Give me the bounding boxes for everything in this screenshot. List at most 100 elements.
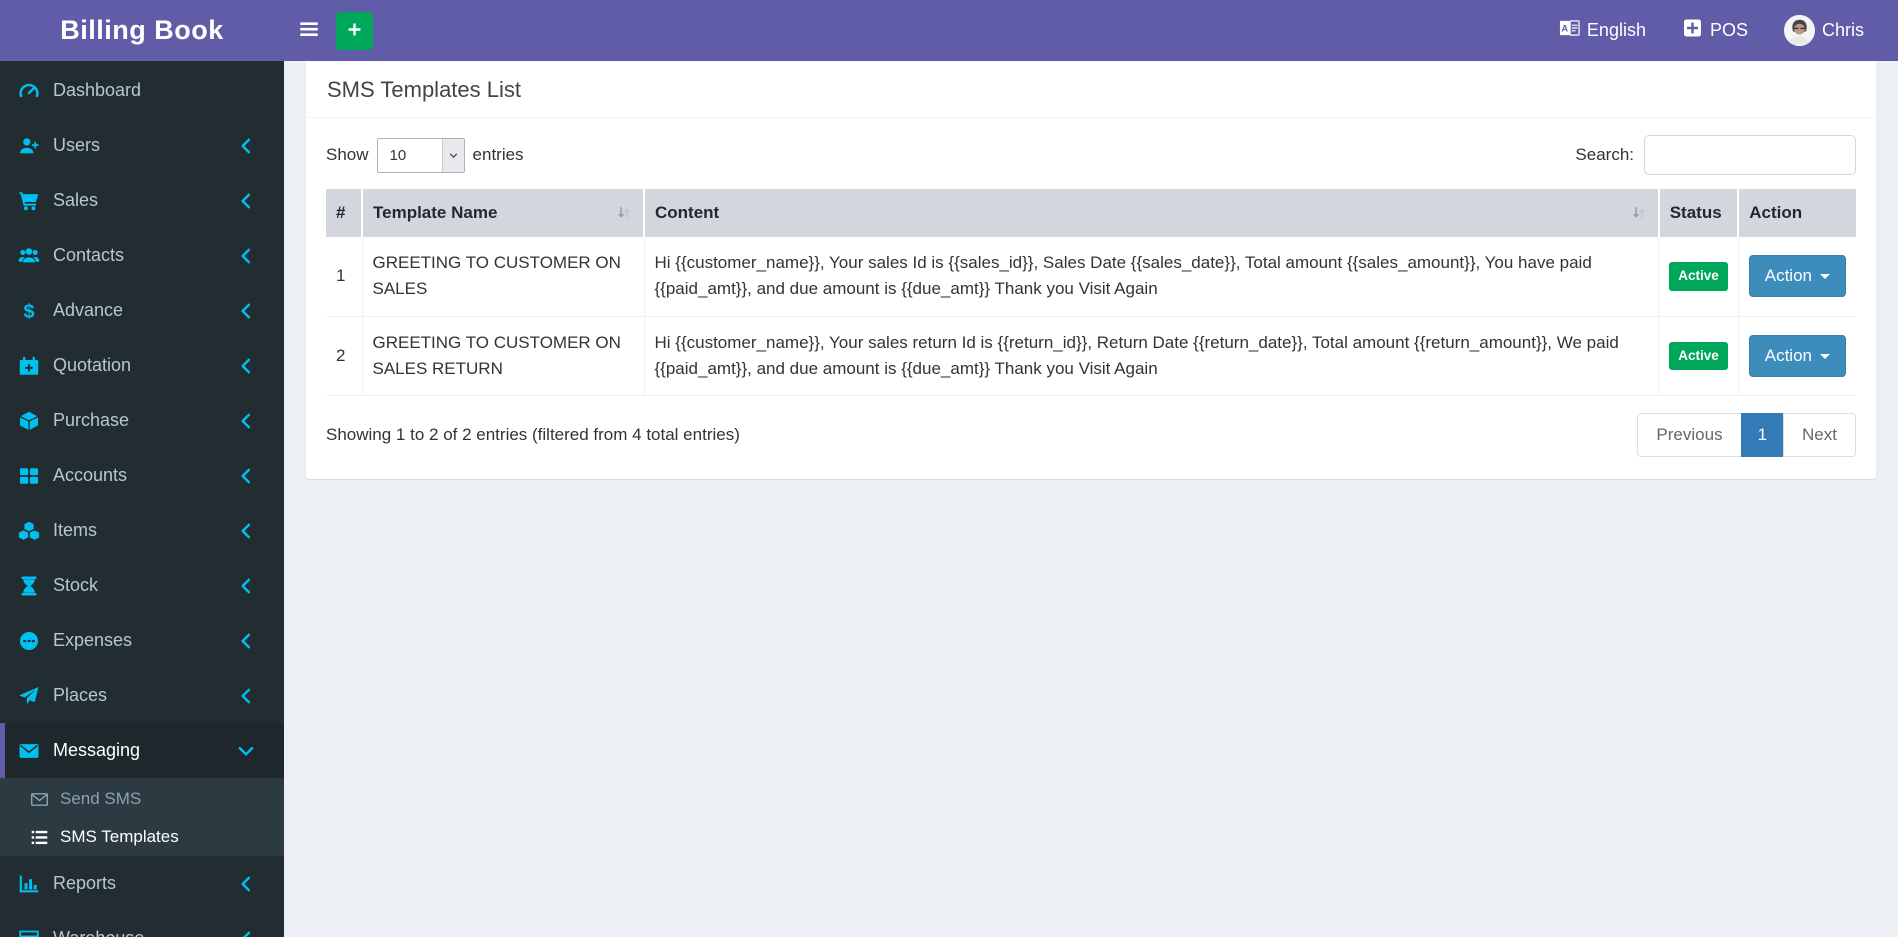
users-icon [18,245,40,267]
pagination-next[interactable]: Next [1783,413,1856,458]
action-button-label: Action [1764,346,1812,366]
sidebar-item-label: Purchase [53,410,130,430]
sidebar-menu: Dashboard Users Sales Contacts $ Advance Quota… [0,61,284,937]
sidebar-subitem-sms-templates[interactable]: SMS Templates [0,818,284,856]
chevron-left-icon [235,135,257,157]
svg-text:$: $ [23,300,34,321]
chevron-left-icon [235,410,257,432]
envelope-outline-icon [30,790,49,809]
row-number-cell: 2 [326,316,363,397]
sidebar-item-label: Warehouse [53,928,144,937]
chevron-left-icon [235,300,257,322]
sidebar-item-purchase[interactable]: Purchase [0,393,284,448]
chevron-left-icon [235,355,257,377]
sort-icon [1622,204,1648,222]
sidebar-item-label: Quotation [53,355,132,375]
sms-templates-panel: SMS Templates List Show 10 entries Searc… [306,57,1876,480]
cubes-icon [18,520,40,542]
sidebar: Dashboard Users Sales Contacts $ Advance Quota… [0,61,284,937]
language-icon: A [1559,18,1580,43]
svg-text:A: A [1561,23,1568,33]
sidebar-item-expenses[interactable]: Expenses [0,613,284,668]
chevron-left-icon [235,465,257,487]
pos-label: POS [1709,20,1748,40]
status-cell: Active [1658,316,1739,397]
sidebar-item-warehouse[interactable]: Warehouse [0,911,284,937]
sidebar-item-reports[interactable]: Reports [0,856,284,911]
navbar-main: A English POS Chris [284,0,1898,61]
sidebar-item-label: Expenses [53,630,133,650]
user-name: Chris [1821,20,1864,40]
quick-add-button[interactable] [336,11,373,50]
chevron-left-icon [235,685,257,707]
cart-icon [18,190,40,212]
language-label: English [1586,20,1646,40]
caret-down-icon [1820,273,1830,279]
column-header-label: Template Name [373,203,498,222]
column-header-template-name[interactable]: Template Name [361,189,644,237]
template-name-cell: GREETING TO CUSTOMER ON SALES [361,237,645,317]
template-content-cell: Hi {{customer_name}}, Your sales return … [643,316,1660,397]
sidebar-item-users[interactable]: Users [0,118,284,173]
status-cell: Active [1658,237,1739,317]
action-cell: Action [1737,237,1856,317]
status-badge: Active [1669,261,1728,291]
sidebar-item-accounts[interactable]: Accounts [0,448,284,503]
pos-link[interactable]: POS [1668,0,1762,61]
column-header-[interactable]: # [326,189,362,237]
template-name-cell: GREETING TO CUSTOMER ON SALES RETURN [361,316,645,397]
brand-logo[interactable]: Billing Book [0,0,284,61]
sidebar-item-label: Dashboard [53,80,142,100]
sort-icon [607,204,633,222]
sidebar-item-contacts[interactable]: Contacts [0,228,284,283]
action-button[interactable]: Action [1748,335,1846,378]
sidebar-item-places[interactable]: Places [0,668,284,723]
hamburger-icon [298,18,320,43]
page-length-value: 10 [389,146,407,164]
panel-title: SMS Templates List [327,77,522,102]
column-header-label: Action [1749,203,1803,222]
top-navbar: Billing Book A English POS Chris [0,0,1898,61]
list-icon [30,828,49,847]
action-button[interactable]: Action [1748,255,1846,298]
table-icon [18,928,40,937]
show-label: Show [326,145,369,164]
pagination: Previous 1 Next [1637,413,1856,458]
pagination-previous[interactable]: Previous [1637,413,1742,458]
dashboard-icon [18,80,40,102]
table-info: Showing 1 to 2 of 2 entries (filtered fr… [326,425,740,445]
chevron-left-icon [235,575,257,597]
sidebar-item-messaging[interactable]: Messaging [0,723,284,778]
plus-square-icon [1682,18,1703,43]
search-input[interactable] [1644,135,1856,175]
sidebar-toggle-button[interactable] [286,0,332,61]
paper-plane-icon [18,685,40,707]
sidebar-item-dashboard[interactable]: Dashboard [0,63,284,118]
sidebar-item-sales[interactable]: Sales [0,173,284,228]
sidebar-subitem-send-sms[interactable]: Send SMS [0,780,284,818]
user-menu[interactable]: Chris [1770,0,1878,61]
language-menu[interactable]: A English [1545,0,1660,61]
column-header-content[interactable]: Content [643,189,1659,237]
page-length-select[interactable]: 10 [376,137,465,173]
sidebar-item-items[interactable]: Items [0,503,284,558]
column-header-label: Content [655,203,720,222]
sidebar-item-label: Messaging [53,740,141,760]
sidebar-item-advance[interactable]: $ Advance [0,283,284,338]
sidebar-item-stock[interactable]: Stock [0,558,284,613]
sidebar-item-label: Items [53,520,98,540]
user-plus-icon [18,135,40,157]
table-row: 1 GREETING TO CUSTOMER ON SALES Hi {{custo… [326,237,1856,317]
pagination-page-1[interactable]: 1 [1740,413,1785,458]
sidebar-item-label: Users [53,135,101,155]
calendar-plus-icon [18,355,40,377]
template-content-cell: Hi {{customer_name}}, Your sales Id is {… [643,237,1660,317]
sidebar-submenu-messaging: Send SMS SMS Templates [0,778,284,856]
search-control: Search: [1575,135,1856,175]
sidebar-item-quotation[interactable]: Quotation [0,338,284,393]
plus-icon [346,21,363,41]
navbar-right: A English POS Chris [1545,0,1898,61]
table-row: 2 GREETING TO CUSTOMER ON SALES RETURN Hi … [326,316,1856,397]
user-avatar [1783,15,1815,46]
chevron-down-icon [441,138,464,172]
